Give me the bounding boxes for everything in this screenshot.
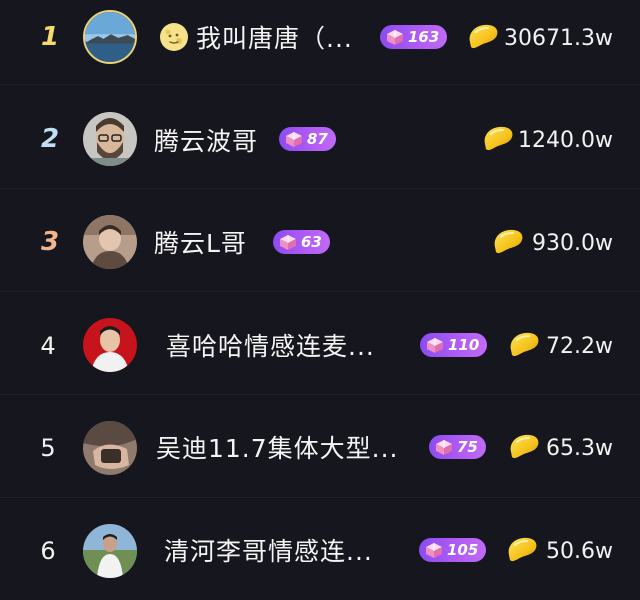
user-name: 清河李哥情感连... <box>164 537 373 566</box>
gift-box-icon <box>283 129 305 149</box>
level-badge: 110 <box>420 333 488 357</box>
ranking-list: 1 我叫唐唐（... 163 30671.3w 2 腾云波哥 87 1240.0… <box>0 0 640 584</box>
gift-box-icon <box>424 335 446 355</box>
contribution-value: 65.3w <box>546 436 613 461</box>
rank-number: 6 <box>40 537 56 565</box>
user-name: 我叫唐唐（... <box>196 24 353 53</box>
user-name-group: 我叫唐唐（... <box>158 17 353 57</box>
list-item[interactable]: 2 腾云波哥 87 1240.0w <box>0 86 640 188</box>
list-item[interactable]: 5 吴迪11.7集体大型... 75 65.3w <box>0 395 640 497</box>
level-badge: 63 <box>273 230 330 254</box>
level-badge: 75 <box>429 435 486 459</box>
contribution-value: 72.2w <box>546 334 613 359</box>
list-item[interactable]: 3 腾云L哥 63 930.0w <box>0 189 640 291</box>
rank-number: 3 <box>40 227 60 257</box>
user-name-group: 喜哈哈情感连麦... <box>166 325 375 365</box>
contribution-value: 930.0w <box>532 231 613 256</box>
list-item[interactable]: 4 喜哈哈情感连麦... 110 72.2w <box>0 292 640 394</box>
avatar[interactable] <box>83 215 137 269</box>
level-number: 105 <box>447 541 479 559</box>
list-item[interactable]: 6 清河李哥情感连... 105 50.6w <box>0 498 640 600</box>
level-number: 163 <box>408 28 440 46</box>
user-name-group: 清河李哥情感连... <box>164 530 373 570</box>
level-number: 63 <box>301 233 322 251</box>
level-badge: 87 <box>279 127 336 151</box>
rank-number: 2 <box>40 124 60 154</box>
user-name: 腾云L哥 <box>154 229 247 258</box>
avatar[interactable] <box>83 10 137 64</box>
user-name-group: 吴迪11.7集体大型... <box>156 427 399 467</box>
level-badge: 105 <box>419 538 487 562</box>
gold-bean-icon <box>466 22 500 52</box>
avatar[interactable] <box>83 112 137 166</box>
user-name: 腾云波哥 <box>154 127 259 156</box>
level-badge: 163 <box>380 25 448 49</box>
level-number: 75 <box>457 438 478 456</box>
rank-number: 1 <box>40 22 60 52</box>
avatar[interactable] <box>83 524 137 578</box>
gift-box-icon <box>433 437 455 457</box>
gift-box-icon <box>277 232 299 252</box>
user-name: 吴迪11.7集体大型... <box>156 434 399 463</box>
level-number: 87 <box>307 130 328 148</box>
avatar[interactable] <box>83 318 137 372</box>
contribution-value: 30671.3w <box>504 26 613 51</box>
gift-box-icon <box>384 27 406 47</box>
gift-box-icon <box>423 540 445 560</box>
rank-number: 5 <box>40 434 56 462</box>
contribution-value: 50.6w <box>546 539 613 564</box>
divider <box>0 84 640 85</box>
moon-face-emoji-icon <box>160 23 188 51</box>
rank-number: 4 <box>40 332 56 360</box>
level-number: 110 <box>448 336 480 354</box>
contribution-value: 1240.0w <box>518 128 613 153</box>
user-name-group: 腾云L哥 <box>154 222 247 262</box>
user-name: 喜哈哈情感连麦... <box>166 332 375 361</box>
user-name-group: 腾云波哥 <box>154 120 258 160</box>
avatar[interactable] <box>83 421 137 475</box>
